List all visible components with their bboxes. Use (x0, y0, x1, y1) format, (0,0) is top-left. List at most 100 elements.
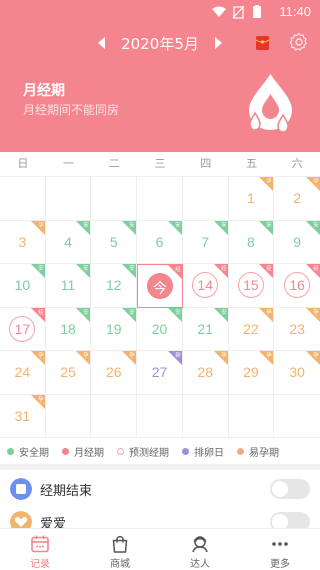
day-tag-fertile: 孕 (306, 307, 320, 322)
header: 11:40 2020年5月 月经期 月经期间不能同房 (0, 0, 320, 152)
day-number: 28 (197, 364, 213, 380)
calendar-day-26[interactable]: 26 孕 (91, 351, 138, 395)
calendar-day-10[interactable]: 10 安 (0, 264, 46, 308)
calendar-day-30[interactable]: 30 孕 (274, 351, 320, 395)
calendar-day-13[interactable]: 今经 (137, 264, 183, 308)
calendar-day-17[interactable]: 17 经 (0, 307, 46, 351)
tab-more[interactable]: 更多 (240, 529, 320, 570)
day-tag-period: 经 (30, 307, 45, 322)
day-number: 19 (105, 320, 122, 337)
day-tag-text: 安 (220, 221, 227, 229)
day-tag-safe: 安 (76, 264, 91, 278)
period-end-toggle[interactable] (270, 479, 310, 499)
calendar-day-25[interactable]: 25 孕 (45, 351, 92, 395)
prev-month-arrow-icon[interactable] (96, 36, 108, 50)
day-number: 26 (105, 364, 122, 380)
day-number: 23 (289, 320, 305, 337)
calendar-day-8[interactable]: 8安 (228, 220, 275, 264)
day-tag-safe: 安 (122, 220, 137, 235)
blood-drop-icon (249, 74, 292, 133)
calendar-day-empty (137, 177, 183, 221)
calendar-day-27[interactable]: 27 卵 (137, 351, 183, 395)
day-tag-text: 孕 (129, 352, 135, 359)
month-title[interactable]: 2020年5月 (110, 33, 210, 54)
day-tag-safe: 安 (122, 264, 137, 278)
red-packet-icon[interactable] (256, 36, 269, 50)
record-row-period-end: 经期结束 (0, 471, 320, 507)
gear-icon[interactable] (289, 32, 309, 52)
calendar-day-4[interactable]: 4安 (45, 220, 92, 264)
day-tag-safe: 安 (167, 307, 182, 322)
legend-item: 预测经期 (117, 444, 169, 459)
calendar-day-empty (45, 177, 92, 221)
weekday-label: 日 (17, 157, 29, 170)
legend-label: 预测经期 (129, 447, 169, 459)
calendar-day-11[interactable]: 11 安 (45, 264, 92, 308)
day-tag-text: 孕 (37, 221, 44, 229)
calendar-day-5[interactable]: 5安 (91, 220, 138, 264)
day-tag-period: 经 (306, 264, 320, 278)
day-number: 30 (289, 364, 305, 380)
day-tag-fertile: 孕 (30, 351, 45, 365)
expert-icon (192, 536, 208, 553)
day-tag-text: 安 (175, 221, 181, 229)
calendar-day-21[interactable]: 21 安 (182, 307, 229, 351)
day-tag-text: 经 (313, 265, 319, 272)
day-tag-text: 安 (266, 221, 272, 229)
tab-shop[interactable]: 商城 (80, 529, 160, 570)
calendar-day-6[interactable]: 6安 (137, 220, 183, 264)
calendar-day-28[interactable]: 28 孕 (182, 351, 229, 395)
calendar-day-1[interactable]: 1孕 (228, 177, 275, 221)
calendar-day-9[interactable]: 9安 (274, 220, 320, 264)
calendar-day-24[interactable]: 24 孕 (0, 351, 46, 395)
day-tag-text: 安 (83, 265, 90, 272)
day-number: 21 (197, 320, 213, 337)
day-tag-text: 安 (129, 308, 135, 316)
calendar-day-empty (228, 394, 275, 438)
tab-label: 记录 (30, 559, 50, 570)
legend-label: 易孕期 (249, 447, 279, 459)
calendar-day-12[interactable]: 12 安 (91, 264, 138, 308)
weekday-label: 六 (291, 157, 303, 170)
day-number: 1 (247, 190, 255, 206)
calendar-day-23[interactable]: 23 孕 (274, 307, 320, 351)
calendar-day-29[interactable]: 29 孕 (228, 351, 275, 395)
day-tag-fertile: 孕 (30, 220, 45, 235)
day-number: 24 (14, 364, 31, 380)
tab-record[interactable]: 记录 (0, 529, 80, 570)
status-bar: 11:40 (0, 0, 320, 24)
weekday-header: 日 一 二 三 四 五 六 (0, 152, 320, 176)
next-month-arrow-icon[interactable] (212, 36, 224, 50)
calendar-day-7[interactable]: 7安 (182, 220, 229, 264)
day-number: 10 (14, 277, 31, 293)
day-tag-text: 孕 (266, 178, 272, 185)
tab-expert[interactable]: 达人 (160, 529, 240, 570)
day-number: 18 (60, 320, 76, 337)
day-number: 15 (243, 277, 259, 293)
calendar-day-empty (182, 394, 229, 438)
day-tag-text: 孕 (37, 395, 44, 403)
day-tag-text: 经 (266, 265, 272, 272)
day-tag-text: 孕 (83, 352, 90, 359)
legend-label: 安全期 (19, 447, 49, 459)
calendar-icon (31, 535, 49, 553)
calendar-day-14[interactable]: 14 经 (182, 264, 229, 308)
day-tag-safe: 安 (306, 220, 320, 235)
calendar-day-20[interactable]: 20 安 (137, 307, 183, 351)
legend-dot (237, 447, 244, 455)
day-tag-safe: 安 (213, 307, 228, 322)
calendar-day-3[interactable]: 3孕 (0, 220, 46, 264)
day-tag-text: 安 (37, 265, 44, 272)
calendar-day-19[interactable]: 19 安 (91, 307, 138, 351)
day-number: 11 (60, 277, 76, 293)
day-tag-fertile: 孕 (259, 307, 274, 322)
calendar-day-16[interactable]: 16 经 (274, 264, 320, 308)
legend-dot (7, 447, 14, 455)
calendar-day-15[interactable]: 15 经 (228, 264, 275, 308)
period-end-icon (10, 478, 32, 500)
calendar-day-31[interactable]: 31 孕 (0, 394, 46, 438)
calendar-day-22[interactable]: 22 孕 (228, 307, 275, 351)
calendar-day-18[interactable]: 18 安 (45, 307, 92, 351)
tab-label: 更多 (270, 559, 290, 570)
calendar-day-2[interactable]: 2孕 (274, 177, 320, 221)
